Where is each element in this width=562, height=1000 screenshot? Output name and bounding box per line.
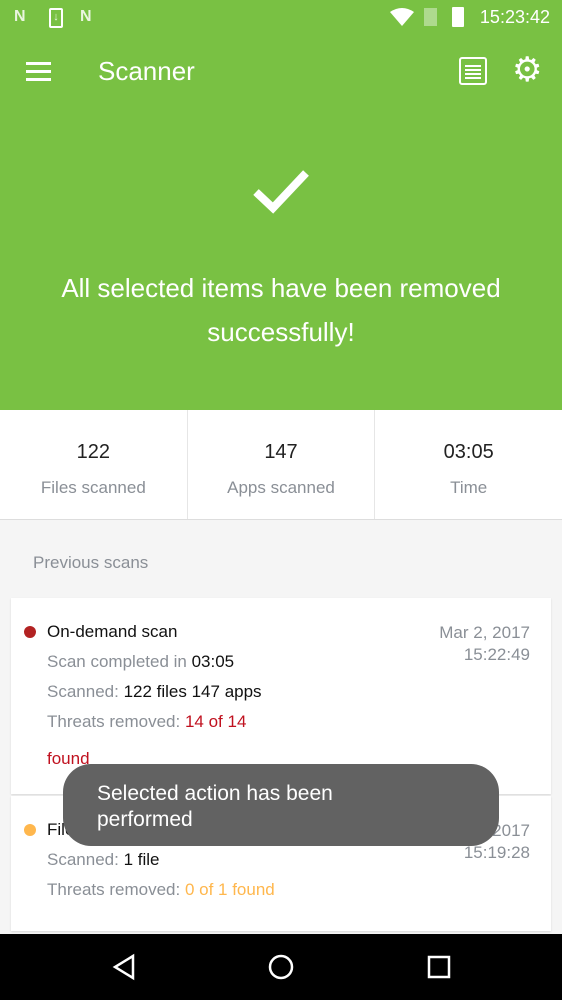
status-bar: N ↓ N 15:23:42	[0, 0, 562, 34]
wifi-icon	[390, 8, 414, 26]
scan-stats: 122 Files scanned 147 Apps scanned 03:05 Ti…	[0, 410, 562, 520]
settings-gear-icon[interactable]: ⚙	[512, 52, 542, 88]
home-icon[interactable]	[267, 953, 295, 981]
scan-threats: Threats removed: 0 of 1 found	[47, 880, 275, 899]
menu-icon[interactable]	[26, 62, 51, 82]
checkmark-icon	[0, 160, 562, 229]
header-area: N ↓ N 15:23:42 Scanner ⚙ All selected it…	[0, 0, 562, 410]
stat-label: Time	[450, 478, 488, 497]
back-icon[interactable]	[111, 953, 137, 981]
stat-label: Apps scanned	[227, 478, 335, 497]
status-dot	[24, 626, 36, 638]
result-message: All selected items have been removed suc…	[61, 273, 501, 347]
scan-scanned: Scanned: 1 file	[47, 850, 160, 869]
navigation-bar	[0, 934, 562, 1000]
status-dot	[24, 824, 36, 836]
clock: 15:23:42	[479, 7, 550, 27]
download-icon: ↓	[49, 8, 63, 28]
stat-label: Files scanned	[40, 478, 146, 497]
stat-value: 03:05	[443, 441, 494, 463]
log-list-icon[interactable]	[459, 57, 487, 85]
stat-files: 122 Files scanned	[0, 410, 188, 519]
scan-date: Mar 2, 2017 15:22:49	[439, 623, 530, 664]
n-notification-icon: N	[80, 8, 92, 25]
toast: Selected action has been performed	[63, 764, 499, 846]
stat-value: 122	[76, 441, 111, 463]
previous-scans-heading: Previous scans	[33, 553, 149, 572]
scan-threats: Threats removed: 14 of 14	[47, 712, 247, 731]
scan-title: On-demand scan	[47, 622, 178, 641]
stat-time: 03:05 Time	[375, 410, 562, 519]
recents-icon[interactable]	[426, 953, 452, 981]
stat-apps: 147 Apps scanned	[188, 410, 376, 519]
scan-scanned: Scanned: 122 files 147 apps	[47, 682, 262, 701]
stat-value: 147	[264, 441, 298, 463]
n-notification-icon: N	[14, 8, 26, 25]
scan-duration: Scan completed in 03:05	[47, 652, 235, 671]
battery-charging-icon	[452, 7, 464, 27]
no-sim-icon	[424, 8, 437, 26]
page-title: Scanner	[98, 56, 195, 86]
toast-text: Selected action has been performed	[97, 782, 333, 831]
